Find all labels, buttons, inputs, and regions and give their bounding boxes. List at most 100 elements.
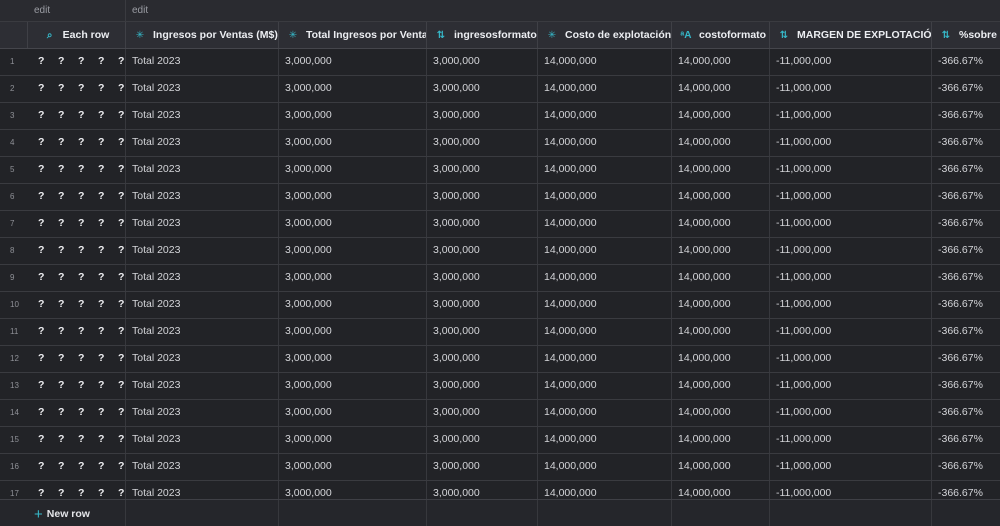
- table-row[interactable]: 5????? Total 2023 3,000,000 3,000,000 14,000…: [0, 157, 1000, 184]
- margen-cell[interactable]: -11,000,000: [770, 76, 932, 102]
- costoformato-cell[interactable]: 14,000,000: [672, 427, 770, 453]
- costo-cell[interactable]: 14,000,000: [538, 400, 672, 426]
- table-row[interactable]: 8????? Total 2023 3,000,000 3,000,000 14,000…: [0, 238, 1000, 265]
- ingresos-cell[interactable]: 3,000,000: [279, 76, 427, 102]
- table-row[interactable]: 2????? Total 2023 3,000,000 3,000,000 14,000…: [0, 76, 1000, 103]
- pct-cell[interactable]: -366.67%: [932, 103, 1000, 129]
- row-label-cell[interactable]: Total 2023: [126, 292, 279, 318]
- each-row-cell[interactable]: ?????: [28, 76, 126, 102]
- ingresosformato-cell[interactable]: 3,000,000: [427, 49, 538, 75]
- each-row-cell[interactable]: ?????: [28, 238, 126, 264]
- row-label-cell[interactable]: Total 2023: [126, 400, 279, 426]
- margen-cell[interactable]: -11,000,000: [770, 157, 932, 183]
- ingresos-cell[interactable]: 3,000,000: [279, 238, 427, 264]
- costo-cell[interactable]: 14,000,000: [538, 49, 672, 75]
- header-costoformato[interactable]: ᵃA costoformato: [672, 22, 770, 48]
- ingresos-cell[interactable]: 3,000,000: [279, 49, 427, 75]
- ingresosformato-cell[interactable]: 3,000,000: [427, 184, 538, 210]
- ingresos-cell[interactable]: 3,000,000: [279, 130, 427, 156]
- table-row[interactable]: 4????? Total 2023 3,000,000 3,000,000 14,000…: [0, 130, 1000, 157]
- each-row-cell[interactable]: ?????: [28, 49, 126, 75]
- costo-cell[interactable]: 14,000,000: [538, 346, 672, 372]
- costoformato-cell[interactable]: 14,000,000: [672, 400, 770, 426]
- ingresosformato-cell[interactable]: 3,000,000: [427, 238, 538, 264]
- pct-cell[interactable]: -366.67%: [932, 454, 1000, 480]
- ingresosformato-cell[interactable]: 3,000,000: [427, 76, 538, 102]
- ingresos-cell[interactable]: 3,000,000: [279, 400, 427, 426]
- costoformato-cell[interactable]: 14,000,000: [672, 184, 770, 210]
- ingresosformato-cell[interactable]: 3,000,000: [427, 427, 538, 453]
- costo-cell[interactable]: 14,000,000: [538, 211, 672, 237]
- table-row[interactable]: 16????? Total 2023 3,000,000 3,000,000 14,00…: [0, 454, 1000, 481]
- ingresosformato-cell[interactable]: 3,000,000: [427, 130, 538, 156]
- ingresos-cell[interactable]: 3,000,000: [279, 346, 427, 372]
- row-label-cell[interactable]: Total 2023: [126, 130, 279, 156]
- ingresos-cell[interactable]: 3,000,000: [279, 319, 427, 345]
- costoformato-cell[interactable]: 14,000,000: [672, 103, 770, 129]
- costoformato-cell[interactable]: 14,000,000: [672, 49, 770, 75]
- ingresos-cell[interactable]: 3,000,000: [279, 373, 427, 399]
- each-row-cell[interactable]: ?????: [28, 292, 126, 318]
- each-row-cell[interactable]: ?????: [28, 103, 126, 129]
- costoformato-cell[interactable]: 14,000,000: [672, 292, 770, 318]
- ingresosformato-cell[interactable]: 3,000,000: [427, 103, 538, 129]
- row-label-cell[interactable]: Total 2023: [126, 373, 279, 399]
- pct-cell[interactable]: -366.67%: [932, 373, 1000, 399]
- each-row-cell[interactable]: ?????: [28, 373, 126, 399]
- row-label-cell[interactable]: Total 2023: [126, 319, 279, 345]
- costo-cell[interactable]: 14,000,000: [538, 265, 672, 291]
- costo-cell[interactable]: 14,000,000: [538, 184, 672, 210]
- margen-cell[interactable]: -11,000,000: [770, 427, 932, 453]
- pct-cell[interactable]: -366.67%: [932, 292, 1000, 318]
- ingresosformato-cell[interactable]: 3,000,000: [427, 400, 538, 426]
- costo-cell[interactable]: 14,000,000: [538, 319, 672, 345]
- ingresos-cell[interactable]: 3,000,000: [279, 292, 427, 318]
- costoformato-cell[interactable]: 14,000,000: [672, 130, 770, 156]
- each-row-cell[interactable]: ?????: [28, 211, 126, 237]
- ingresos-cell[interactable]: 3,000,000: [279, 103, 427, 129]
- table-row[interactable]: 13????? Total 2023 3,000,000 3,000,000 14,00…: [0, 373, 1000, 400]
- row-label-cell[interactable]: Total 2023: [126, 265, 279, 291]
- costo-cell[interactable]: 14,000,000: [538, 130, 672, 156]
- pct-cell[interactable]: -366.67%: [932, 184, 1000, 210]
- costo-cell[interactable]: 14,000,000: [538, 454, 672, 480]
- costo-cell[interactable]: 14,000,000: [538, 76, 672, 102]
- header-margen-explotacion[interactable]: ⇅ MARGEN DE EXPLOTACIÓN: [770, 22, 932, 48]
- header-each-row[interactable]: ⌕ Each row: [28, 22, 126, 48]
- each-row-cell[interactable]: ?????: [28, 265, 126, 291]
- column-group-edit-2[interactable]: edit: [126, 0, 1000, 21]
- pct-cell[interactable]: -366.67%: [932, 130, 1000, 156]
- margen-cell[interactable]: -11,000,000: [770, 103, 932, 129]
- pct-cell[interactable]: -366.67%: [932, 400, 1000, 426]
- ingresosformato-cell[interactable]: 3,000,000: [427, 265, 538, 291]
- row-label-cell[interactable]: Total 2023: [126, 238, 279, 264]
- header-costo-explotacion[interactable]: ✳ Costo de explotación: [538, 22, 672, 48]
- row-label-cell[interactable]: Total 2023: [126, 76, 279, 102]
- table-row[interactable]: 3????? Total 2023 3,000,000 3,000,000 14,000…: [0, 103, 1000, 130]
- costo-cell[interactable]: 14,000,000: [538, 157, 672, 183]
- margen-cell[interactable]: -11,000,000: [770, 454, 932, 480]
- row-label-cell[interactable]: Total 2023: [126, 427, 279, 453]
- new-row-button[interactable]: + New row: [34, 506, 90, 523]
- table-row[interactable]: 11????? Total 2023 3,000,000 3,000,000 14,00…: [0, 319, 1000, 346]
- row-number-header[interactable]: [0, 22, 28, 48]
- costoformato-cell[interactable]: 14,000,000: [672, 238, 770, 264]
- margen-cell[interactable]: -11,000,000: [770, 238, 932, 264]
- costoformato-cell[interactable]: 14,000,000: [672, 265, 770, 291]
- margen-cell[interactable]: -11,000,000: [770, 292, 932, 318]
- pct-cell[interactable]: -366.67%: [932, 157, 1000, 183]
- ingresosformato-cell[interactable]: 3,000,000: [427, 373, 538, 399]
- ingresosformato-cell[interactable]: 3,000,000: [427, 211, 538, 237]
- costoformato-cell[interactable]: 14,000,000: [672, 157, 770, 183]
- costo-cell[interactable]: 14,000,000: [538, 103, 672, 129]
- row-label-cell[interactable]: Total 2023: [126, 346, 279, 372]
- costoformato-cell[interactable]: 14,000,000: [672, 319, 770, 345]
- costoformato-cell[interactable]: 14,000,000: [672, 373, 770, 399]
- pct-cell[interactable]: -366.67%: [932, 76, 1000, 102]
- pct-cell[interactable]: -366.67%: [932, 238, 1000, 264]
- table-row[interactable]: 9????? Total 2023 3,000,000 3,000,000 14,000…: [0, 265, 1000, 292]
- each-row-cell[interactable]: ?????: [28, 427, 126, 453]
- each-row-cell[interactable]: ?????: [28, 346, 126, 372]
- ingresos-cell[interactable]: 3,000,000: [279, 454, 427, 480]
- table-row[interactable]: 14????? Total 2023 3,000,000 3,000,000 14,00…: [0, 400, 1000, 427]
